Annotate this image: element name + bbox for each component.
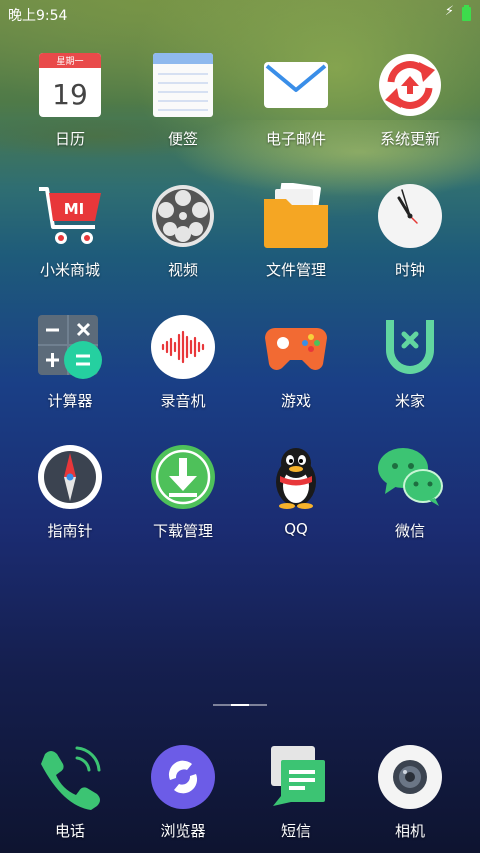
app-games[interactable]: 游戏 — [239, 314, 353, 411]
svg-text:19: 19 — [52, 78, 88, 111]
chat-bubbles-icon — [377, 444, 443, 510]
battery-icon — [462, 5, 471, 21]
app-label: QQ — [284, 520, 308, 538]
app-label: 文件管理 — [265, 261, 326, 279]
film-reel-icon — [150, 183, 216, 249]
app-label: 浏览器 — [160, 822, 206, 840]
status-time: 晚上9:54 — [8, 8, 68, 24]
compass-icon — [37, 444, 103, 510]
app-calculator[interactable]: 计算器 — [13, 314, 127, 411]
app-label: 日历 — [54, 130, 85, 148]
sound-wave-icon — [150, 314, 216, 380]
app-label: 系统更新 — [379, 130, 440, 148]
dock-phone[interactable]: 电话 — [13, 744, 127, 841]
app-label: 米家 — [394, 392, 425, 410]
app-qq[interactable]: QQ — [239, 444, 353, 538]
app-downloads[interactable]: 下载管理 — [126, 444, 240, 541]
calendar-icon: 星期一 19 — [37, 52, 103, 118]
lightning-icon: ⚡ — [444, 4, 454, 19]
app-label: 视频 — [167, 261, 198, 279]
app-recorder[interactable]: 录音机 — [126, 314, 240, 411]
app-label: 时钟 — [394, 261, 425, 279]
app-calendar[interactable]: 星期一 19 日历 — [13, 52, 127, 149]
app-label: 微信 — [394, 522, 425, 540]
browser-icon — [150, 744, 216, 810]
app-system-update[interactable]: 系统更新 — [353, 52, 467, 149]
app-mi-home[interactable]: 米家 — [353, 314, 467, 411]
app-label: 短信 — [280, 822, 311, 840]
app-label: 计算器 — [47, 392, 93, 410]
shopping-cart-icon: MI — [37, 183, 103, 249]
dock-camera[interactable]: 相机 — [353, 744, 467, 841]
page-indicator-current — [231, 704, 249, 706]
envelope-icon — [263, 52, 329, 118]
phone-icon — [37, 744, 103, 810]
app-mi-store[interactable]: MI 小米商城 — [13, 183, 127, 280]
dock-browser[interactable]: 浏览器 — [126, 744, 240, 841]
app-label: 电子邮件 — [265, 130, 326, 148]
app-notes[interactable]: 便签 — [126, 52, 240, 149]
app-label: 录音机 — [160, 392, 206, 410]
app-clock[interactable]: 时钟 — [353, 183, 467, 280]
app-wechat[interactable]: 微信 — [353, 444, 467, 541]
mi-home-icon — [377, 314, 443, 380]
clock-icon — [377, 183, 443, 249]
app-label: 下载管理 — [152, 522, 213, 540]
message-icon — [263, 744, 329, 810]
gamepad-icon — [263, 314, 329, 380]
status-bar: 晚上9:54 ⚡ — [0, 0, 480, 28]
app-label: 指南针 — [47, 522, 93, 540]
penguin-icon — [263, 444, 329, 510]
dock-messages[interactable]: 短信 — [239, 744, 353, 841]
app-compass[interactable]: 指南针 — [13, 444, 127, 541]
app-video[interactable]: 视频 — [126, 183, 240, 280]
camera-lens-icon — [377, 744, 443, 810]
app-label: 游戏 — [280, 392, 311, 410]
app-label: 相机 — [394, 822, 425, 840]
notepad-icon — [150, 52, 216, 118]
app-label: 便签 — [167, 130, 198, 148]
svg-text:星期一: 星期一 — [56, 56, 83, 67]
app-email[interactable]: 电子邮件 — [239, 52, 353, 149]
calculator-icon — [37, 314, 103, 380]
download-arrow-icon — [150, 444, 216, 510]
app-label: 小米商城 — [39, 261, 100, 279]
svg-text:MI: MI — [64, 200, 85, 218]
folder-icon — [263, 181, 329, 249]
app-label: 电话 — [54, 822, 85, 840]
app-file-manager[interactable]: 文件管理 — [239, 181, 353, 280]
page-indicator — [213, 704, 267, 706]
update-arrows-icon — [377, 52, 443, 118]
